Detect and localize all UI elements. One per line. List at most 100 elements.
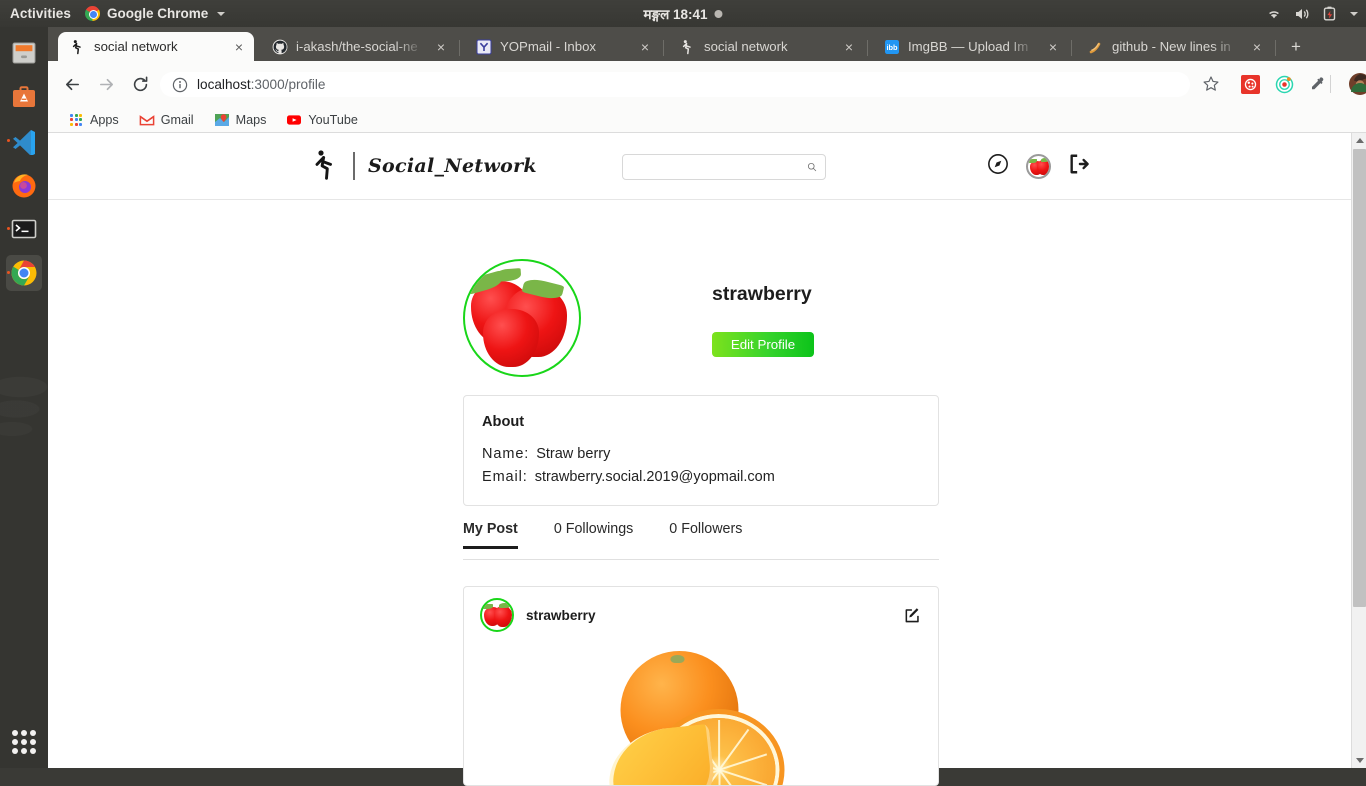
user-avatar-strawberry[interactable] — [1026, 153, 1051, 179]
clock-button[interactable]: मङ्गल 18:41 — [643, 5, 723, 23]
profile-username: strawberry — [712, 283, 812, 305]
tab-close-button[interactable]: × — [636, 38, 654, 56]
app-menu-google-chrome[interactable]: Google Chrome — [85, 6, 226, 21]
scroll-down-button[interactable] — [1352, 753, 1366, 768]
search-icon[interactable] — [807, 160, 817, 174]
tab-close-button[interactable]: × — [1044, 38, 1062, 56]
search-box[interactable] — [622, 154, 826, 180]
scrollbar-thumb[interactable] — [1353, 149, 1366, 607]
navbar-actions — [987, 153, 1090, 180]
eyedropper-icon[interactable] — [1301, 68, 1333, 100]
profile-tabs: My Post 0 Followings 0 Followers — [463, 521, 939, 560]
new-tab-button[interactable]: + — [1287, 38, 1305, 56]
apps-grid-icon — [68, 112, 84, 128]
post-card: strawberry — [463, 586, 939, 786]
bookmark-youtube[interactable]: YouTube — [278, 109, 366, 131]
edit-profile-button[interactable]: Edit Profile — [712, 332, 814, 357]
dock-item-files[interactable] — [6, 35, 42, 71]
strawberry-image — [1028, 156, 1049, 177]
files-icon — [12, 42, 36, 64]
post-header: strawberry — [464, 587, 938, 643]
tab-title: YOPmail - Inbox — [500, 39, 597, 54]
firefox-icon — [12, 174, 36, 198]
tab-separator — [459, 40, 460, 56]
site-navbar: Social_Network — [48, 133, 1351, 200]
browser-toolbar: localhost:3000/profile — [48, 61, 1366, 107]
name-value: Straw berry — [536, 446, 611, 462]
info-circle-icon[interactable] — [172, 77, 188, 93]
site-brand[interactable]: Social_Network — [312, 149, 537, 183]
address-bar[interactable]: localhost:3000/profile — [160, 72, 1190, 97]
tab-my-post[interactable]: My Post — [463, 521, 518, 549]
ubuntu-dock — [0, 27, 48, 768]
browser-tab-4[interactable]: ibb ImgBB — Upload Im × — [872, 32, 1068, 61]
browser-tab-1[interactable]: i-akash/the-social-ne × — [260, 32, 456, 61]
scroll-up-button[interactable] — [1352, 133, 1366, 148]
tab-title: social network — [704, 39, 788, 54]
profile-avatar-icon[interactable] — [1344, 68, 1366, 100]
post-image — [464, 643, 938, 785]
tab-separator — [663, 40, 664, 56]
bookmark-apps[interactable]: Apps — [60, 109, 127, 131]
brand-title: Social_Network — [368, 155, 537, 177]
vs-code-icon — [13, 130, 35, 155]
brand-divider — [353, 152, 355, 180]
system-tray[interactable] — [1266, 6, 1358, 21]
browser-tab-5[interactable]: github - New lines in × — [1076, 32, 1272, 61]
edit-post-icon[interactable] — [904, 606, 922, 624]
browser-tab-3[interactable]: social network × — [668, 32, 864, 61]
bookmark-star-icon[interactable] — [1195, 68, 1227, 100]
tab-separator — [1275, 40, 1276, 56]
extension-red-icon[interactable] — [1234, 68, 1266, 100]
search-page-icon — [1088, 39, 1104, 55]
name-label: Name: — [482, 446, 530, 462]
yopmail-icon — [476, 39, 492, 55]
dock-item-vs-code[interactable] — [6, 123, 42, 159]
volume-icon — [1296, 8, 1309, 19]
strawberry-image — [465, 261, 579, 375]
tab-followings[interactable]: 0 Followings — [554, 521, 633, 548]
recording-indicator-icon — [714, 9, 723, 18]
tab-close-button[interactable]: × — [840, 38, 858, 56]
battery-charging-icon — [1323, 6, 1336, 21]
app-menu-label: Google Chrome — [107, 6, 209, 21]
bookmark-maps[interactable]: Maps — [206, 109, 275, 131]
google-chrome-icon — [11, 260, 37, 286]
gmail-icon — [139, 112, 155, 128]
tab-close-button[interactable]: × — [432, 38, 450, 56]
walking-person-k-logo-icon — [312, 149, 340, 183]
post-author-avatar[interactable] — [480, 598, 514, 632]
site-logo-icon — [680, 39, 696, 55]
url-host: localhost — [197, 77, 251, 92]
show-applications-button[interactable] — [12, 730, 36, 754]
forward-button[interactable] — [90, 68, 122, 100]
email-value: strawberry.social.2019@yopmail.com — [534, 469, 775, 485]
tab-title: i-akash/the-social-ne — [296, 39, 418, 54]
logout-icon[interactable] — [1068, 153, 1090, 180]
back-button[interactable] — [56, 68, 88, 100]
dock-item-terminal[interactable] — [6, 211, 42, 247]
profile-avatar[interactable] — [463, 259, 581, 377]
bookmark-gmail[interactable]: Gmail — [131, 109, 202, 131]
bookmark-label: Maps — [235, 112, 267, 127]
dock-item-google-chrome[interactable] — [6, 255, 42, 291]
system-menu-chevron-icon[interactable] — [1350, 11, 1358, 16]
about-row-email: Email: strawberry.social.2019@yopmail.co… — [482, 469, 938, 485]
explore-compass-icon[interactable] — [987, 153, 1009, 180]
wifi-icon — [1269, 10, 1279, 18]
page-scrollbar[interactable] — [1351, 133, 1366, 768]
dock-item-firefox[interactable] — [6, 167, 42, 203]
search-input[interactable] — [631, 159, 807, 175]
extension-teal-icon[interactable] — [1268, 68, 1300, 100]
activities-button[interactable]: Activities — [0, 6, 85, 21]
browser-tab-2[interactable]: YOPmail - Inbox × — [464, 32, 660, 61]
tab-close-button[interactable]: × — [1248, 38, 1266, 56]
dock-item-ubuntu-software[interactable] — [6, 79, 42, 115]
github-icon — [272, 39, 288, 55]
about-row-name: Name: Straw berry — [482, 446, 938, 462]
clock-label: मङ्गल 18:41 — [643, 6, 708, 22]
reload-button[interactable] — [124, 68, 156, 100]
tab-followers[interactable]: 0 Followers — [669, 521, 742, 548]
browser-tab-0[interactable]: social network × — [58, 32, 254, 61]
tab-close-button[interactable]: × — [230, 38, 248, 56]
